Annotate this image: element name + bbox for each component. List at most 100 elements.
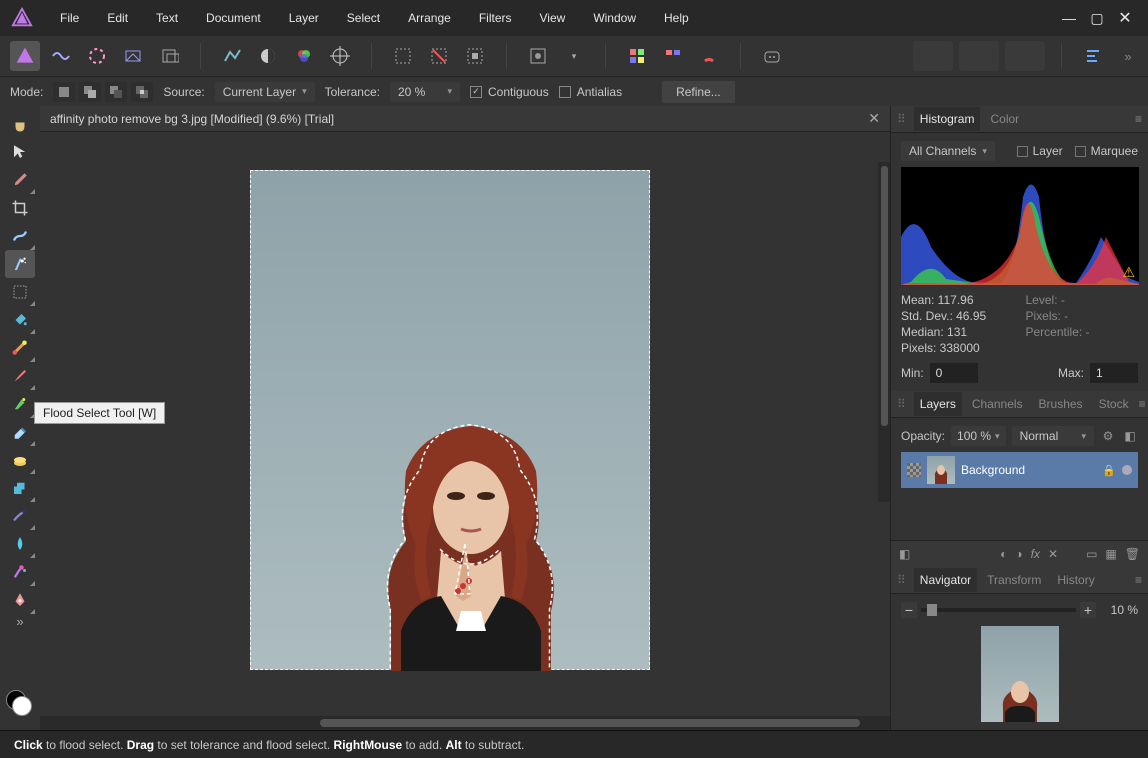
menu-layer[interactable]: Layer — [275, 3, 333, 33]
tool-pen[interactable] — [5, 586, 35, 614]
menu-filters[interactable]: Filters — [465, 3, 526, 33]
tab-histogram[interactable]: Histogram — [914, 107, 981, 131]
tab-brushes[interactable]: Brushes — [1033, 392, 1089, 416]
tool-selection-brush[interactable] — [5, 222, 35, 250]
panel-grip-icon[interactable]: ⠿ — [897, 397, 906, 411]
tools-more[interactable]: » — [16, 614, 23, 629]
refine-button[interactable]: Refine... — [662, 81, 735, 103]
tool-inpainting[interactable] — [5, 474, 35, 502]
tab-color[interactable]: Color — [984, 107, 1025, 131]
menu-document[interactable]: Document — [192, 3, 275, 33]
mode-add[interactable] — [79, 82, 101, 102]
toolbar-quickmask[interactable] — [523, 41, 553, 71]
menu-select[interactable]: Select — [333, 3, 394, 33]
menu-edit[interactable]: Edit — [93, 3, 142, 33]
minimize-button[interactable]: — — [1056, 8, 1082, 28]
menu-window[interactable]: Window — [579, 3, 650, 33]
toolbar-crop-dropdown[interactable]: ▾ — [559, 41, 589, 71]
fx-text-icon[interactable]: fx — [1031, 547, 1040, 561]
marquee-checkbox[interactable]: Marquee — [1075, 144, 1138, 158]
toolbar-snap[interactable] — [694, 41, 724, 71]
persona-liquify[interactable] — [46, 41, 76, 71]
tool-pixel[interactable] — [5, 390, 35, 418]
toolbar-arrange[interactable] — [1078, 41, 1108, 71]
opacity-select[interactable]: 100 %▾ — [951, 426, 1006, 446]
tool-paint-brush[interactable] — [5, 362, 35, 390]
toolbar-slot2[interactable] — [959, 41, 999, 71]
scrollbar-horizontal[interactable] — [40, 716, 890, 730]
tool-dodge[interactable] — [5, 502, 35, 530]
toolbar-autocolors[interactable] — [289, 41, 319, 71]
tab-navigator[interactable]: Navigator — [914, 568, 977, 592]
layer-opts-icon[interactable]: ◧ — [1122, 428, 1138, 444]
channels-select[interactable]: All Channels▾ — [901, 141, 995, 161]
mode-new[interactable] — [53, 82, 75, 102]
mode-intersect[interactable] — [131, 82, 153, 102]
panel-grip-icon[interactable]: ⠿ — [897, 573, 906, 587]
layer-row-background[interactable]: Background 🔒 — [901, 452, 1138, 488]
tool-move[interactable] — [5, 138, 35, 166]
tab-transform[interactable]: Transform — [981, 568, 1047, 592]
tool-view[interactable] — [5, 110, 35, 138]
toolbar-autowhite[interactable] — [325, 41, 355, 71]
toolbar-autolevels[interactable] — [217, 41, 247, 71]
panel-menu[interactable]: ≡ — [1135, 573, 1142, 587]
menu-help[interactable]: Help — [650, 3, 703, 33]
menu-view[interactable]: View — [526, 3, 580, 33]
tool-erase[interactable] — [5, 418, 35, 446]
toolbar-autocontrast[interactable] — [253, 41, 283, 71]
navigator-preview[interactable] — [981, 626, 1059, 722]
zoom-in-button[interactable]: + — [1080, 602, 1096, 618]
menu-file[interactable]: File — [46, 3, 93, 33]
crop-layer-icon[interactable]: ✕ — [1048, 547, 1058, 561]
toolbar-invert-selection[interactable] — [460, 41, 490, 71]
close-button[interactable]: ✕ — [1112, 8, 1138, 28]
blend-select[interactable]: Normal▾ — [1012, 426, 1094, 446]
toolbar-deselect[interactable] — [424, 41, 454, 71]
tool-blur[interactable] — [5, 530, 35, 558]
front-color[interactable] — [12, 696, 32, 716]
source-select[interactable]: Current Layer▾ — [215, 82, 315, 102]
tab-channels[interactable]: Channels — [966, 392, 1029, 416]
tool-retouch[interactable] — [5, 558, 35, 586]
tolerance-select[interactable]: 20 %▾ — [390, 82, 460, 102]
close-document[interactable]: ✕ — [868, 110, 880, 127]
viewport[interactable] — [40, 132, 890, 716]
toolbar-select-all[interactable] — [388, 41, 418, 71]
layer-visible-dot[interactable] — [1122, 465, 1132, 475]
zoom-out-button[interactable]: − — [901, 602, 917, 618]
tool-color-picker[interactable] — [5, 166, 35, 194]
add-layer-icon[interactable]: ▦ — [1105, 547, 1116, 561]
scrollbar-vertical[interactable] — [878, 162, 890, 502]
tab-stock[interactable]: Stock — [1093, 392, 1135, 416]
antialias-checkbox[interactable]: Antialias — [559, 85, 622, 99]
menu-text[interactable]: Text — [142, 3, 192, 33]
persona-export[interactable] — [154, 41, 184, 71]
menu-arrange[interactable]: Arrange — [394, 3, 465, 33]
min-input[interactable] — [930, 363, 978, 383]
panel-menu[interactable]: ≡ — [1139, 397, 1146, 411]
color-swatches[interactable] — [6, 690, 34, 718]
tool-gradient[interactable] — [5, 334, 35, 362]
tool-marquee[interactable] — [5, 278, 35, 306]
mode-subtract[interactable] — [105, 82, 127, 102]
layer-visibility[interactable] — [907, 463, 921, 477]
persona-tone[interactable] — [118, 41, 148, 71]
persona-photo[interactable] — [10, 41, 40, 71]
toolbar-slot1[interactable] — [913, 41, 953, 71]
tool-flood-fill[interactable] — [5, 306, 35, 334]
tool-crop[interactable] — [5, 194, 35, 222]
contiguous-checkbox[interactable]: ✓Contiguous — [470, 85, 549, 99]
persona-develop[interactable] — [82, 41, 112, 71]
panel-menu[interactable]: ≡ — [1135, 112, 1142, 126]
zoom-slider[interactable] — [921, 608, 1076, 612]
maximize-button[interactable]: ▢ — [1084, 8, 1110, 28]
tab-history[interactable]: History — [1051, 568, 1100, 592]
toolbar-slot3[interactable] — [1005, 41, 1045, 71]
delete-layer-icon[interactable]: 🗑 — [1125, 547, 1140, 561]
canvas[interactable] — [250, 170, 650, 670]
toolbar-align[interactable] — [658, 41, 688, 71]
lock-icon[interactable]: 🔒 — [1102, 464, 1116, 477]
tool-clone[interactable] — [5, 446, 35, 474]
toolbar-account[interactable] — [757, 41, 787, 71]
